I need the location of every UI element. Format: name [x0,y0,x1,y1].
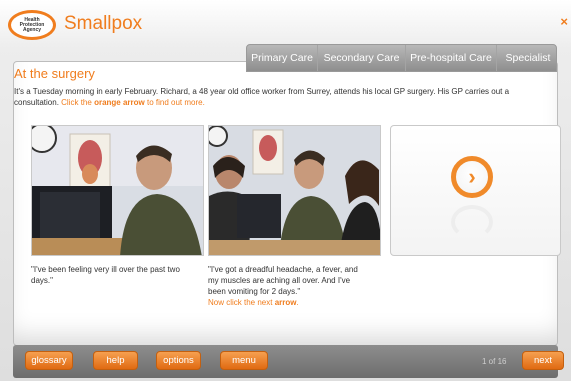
next-button[interactable]: next [522,351,564,370]
caption-first: "I've been feeling very ill over the pas… [31,265,180,285]
tab-primary-care[interactable]: Primary Care [247,45,318,71]
tab-secondary-care[interactable]: Secondary Care [318,45,406,71]
caption-next-instruction: Now click the next arrow. [208,298,299,307]
tab-specialist[interactable]: Specialist [497,45,559,71]
caption-second: "I've got a dreadful headache, a fever, … [208,264,368,308]
photo-patient-alone [31,125,204,256]
scene-description: It's a Tuesday morning in early February… [14,86,550,108]
instruction-highlight: orange arrow [94,98,145,107]
app-title: Smallpox [64,13,143,34]
options-button[interactable]: options [156,351,201,370]
page-indicator: 1 of 16 [482,357,507,366]
hpa-logo: Health Protection Agency [8,10,56,40]
instruction-post: to find out more. [147,98,205,107]
tab-pre-hospital-care[interactable]: Pre-hospital Care [406,45,497,71]
scene-title: At the surgery [14,66,95,81]
app-header: Health Protection Agency Smallpox × [0,0,571,48]
logo-line-3: Agency [22,26,42,33]
help-button[interactable]: help [93,351,138,370]
arrow-reflection [451,205,493,239]
care-tabs: Primary Care Secondary Care Pre-hospital… [246,44,557,72]
caption-second-quote: "I've got a dreadful headache, a fever, … [208,265,358,296]
instruction-pre: Click the [61,98,92,107]
glossary-button[interactable]: glossary [25,351,73,370]
next-instruction-bold: arrow [274,298,297,307]
next-instruction-pre: Now click the next [208,298,273,307]
menu-button[interactable]: menu [220,351,268,370]
close-icon[interactable]: × [560,14,568,29]
chevron-right-icon[interactable]: › [451,156,493,198]
photo-patient-with-doctors [208,125,381,256]
